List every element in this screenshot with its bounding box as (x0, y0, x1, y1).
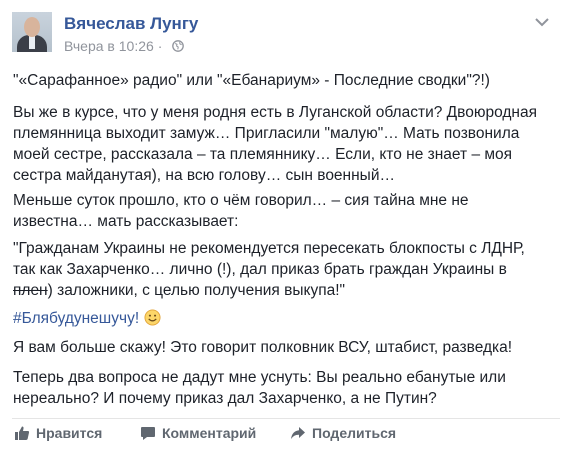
comment-label: Комментарий (162, 425, 257, 441)
chevron-down-icon[interactable] (534, 16, 550, 28)
text-line: Теперь два вопроса не дадут мне уснуть: … (13, 369, 506, 386)
avatar-head (24, 17, 40, 37)
paragraph-1: "«Сарафанное» радио" или "«Ебанариум» - … (13, 70, 561, 91)
share-button[interactable]: Поделиться (290, 425, 396, 441)
text-line: Вы же в курсе, что у меня родня есть в Л… (13, 104, 537, 121)
text-line: "«Сарафанное» радио" или "«Ебанариум» - … (13, 72, 490, 89)
text-line: моей сестре, рассказала – та племяннику…… (13, 146, 513, 163)
text-line: Я вам больше скажу! Это говорит полковни… (13, 339, 513, 356)
text-line: Меньше суток прошло, кто о чём говорил… … (13, 192, 469, 209)
smiley-icon (144, 309, 161, 326)
facebook-post: Вячеслав Лунгу Вчера в 10:26 · "«Сарафан… (0, 0, 572, 456)
post-actions: Нравится Комментарий Поделиться (0, 425, 572, 449)
comment-icon (141, 427, 155, 440)
share-label: Поделиться (312, 425, 397, 441)
post-timestamp[interactable]: Вчера в 10:26 (64, 38, 154, 54)
text-line: "Гражданам Украины не рекомендуется пере… (13, 240, 525, 257)
post-meta: Вчера в 10:26 · (64, 38, 185, 54)
text-line: плен) заложники, с целью получения выкуп… (13, 280, 561, 301)
hashtag-link[interactable]: #Блябудунешучу! (13, 310, 139, 327)
like-button[interactable]: Нравится (14, 425, 102, 441)
comment-button[interactable]: Комментарий (140, 425, 256, 441)
thumbs-up-icon (15, 426, 30, 440)
paragraph-4: "Гражданам Украины не рекомендуется пере… (13, 238, 561, 301)
text-line: нереально? И почему приказ дал Захарченк… (13, 390, 437, 407)
author-name[interactable]: Вячеслав Лунгу (64, 14, 198, 34)
like-label: Нравится (36, 425, 103, 441)
actions-divider (12, 418, 560, 419)
text-line: известна… мать рассказывает: (13, 213, 239, 230)
paragraph-6: Я вам больше скажу! Это говорит полковни… (13, 337, 561, 358)
author-avatar[interactable] (12, 12, 52, 52)
paragraph-7: Теперь два вопроса не дадут мне уснуть: … (13, 367, 561, 409)
text-fragment: ) заложники, с целью получения выкупа!" (47, 282, 346, 299)
text-line: так как Захарченко… лично (!), дал прика… (13, 261, 507, 278)
strikethrough-text: плен (13, 282, 48, 299)
paragraph-5: #Блябудунешучу! (13, 308, 561, 329)
globe-icon[interactable] (172, 40, 185, 52)
text-line: племянница выходит замуж… Пригласили "ма… (13, 125, 520, 142)
text-line: сестра майданутая), на всю голову… сын в… (13, 167, 395, 184)
meta-separator: · (157, 38, 163, 54)
share-icon (291, 427, 305, 439)
avatar-shirt (29, 35, 35, 49)
paragraph-2: Вы же в курсе, что у меня родня есть в Л… (13, 102, 561, 186)
paragraph-3: Меньше суток прошло, кто о чём говорил… … (13, 190, 561, 232)
